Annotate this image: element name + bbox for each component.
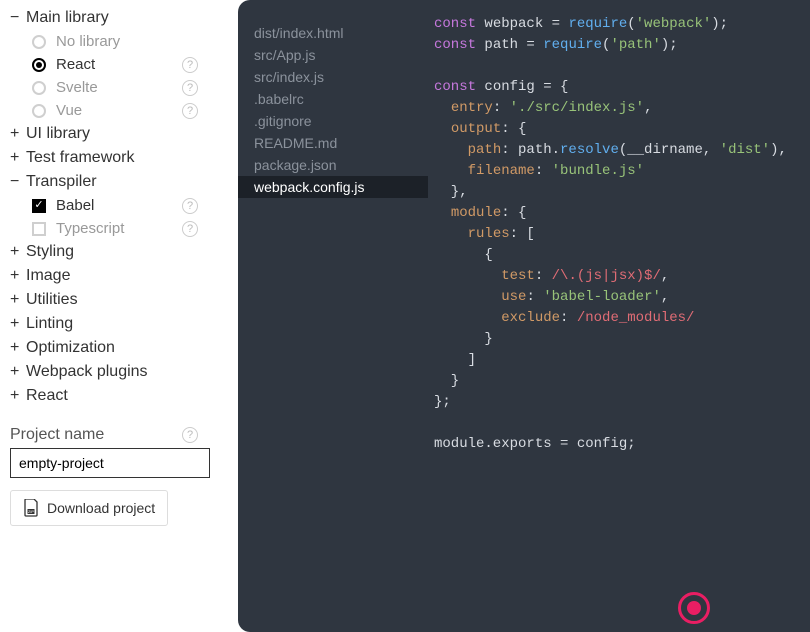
help-icon[interactable]: ? — [182, 80, 198, 96]
section-label: Transpiler — [26, 173, 97, 191]
section-header[interactable]: +Styling — [10, 240, 228, 264]
section-header[interactable]: +Utilities — [10, 288, 228, 312]
section-label: Optimization — [26, 339, 115, 357]
help-icon[interactable]: ? — [182, 427, 198, 443]
checkbox-icon — [32, 199, 46, 213]
expand-icon: + — [10, 339, 26, 357]
section-label: UI library — [26, 125, 90, 143]
help-icon[interactable]: ? — [182, 198, 198, 214]
file-item[interactable]: dist/index.html — [254, 22, 428, 44]
collapse-icon: − — [10, 9, 26, 27]
option-label: Babel — [56, 197, 94, 214]
option-row[interactable]: Vue? — [10, 99, 228, 122]
file-item[interactable]: src/index.js — [254, 66, 428, 88]
expand-icon: + — [10, 125, 26, 143]
expand-icon: + — [10, 267, 26, 285]
option-label: Svelte — [56, 79, 98, 96]
section-header[interactable]: +Optimization — [10, 336, 228, 360]
section-label: Styling — [26, 243, 74, 261]
radio-icon — [32, 35, 46, 49]
option-row[interactable]: Babel? — [10, 194, 228, 217]
section-label: Webpack plugins — [26, 363, 148, 381]
section-label: Image — [26, 267, 70, 285]
option-label: Typescript — [56, 220, 124, 237]
file-item[interactable]: src/App.js — [254, 44, 428, 66]
record-button[interactable] — [678, 592, 710, 624]
option-row[interactable]: React? — [10, 53, 228, 76]
section-label: Main library — [26, 9, 109, 27]
help-icon[interactable]: ? — [182, 221, 198, 237]
collapse-icon: − — [10, 173, 26, 191]
file-item[interactable]: .babelrc — [254, 88, 428, 110]
expand-icon: + — [10, 149, 26, 167]
expand-icon: + — [10, 387, 26, 405]
section-label: Utilities — [26, 291, 78, 309]
project-name-label: Project name — [10, 426, 182, 444]
download-label: Download project — [47, 500, 155, 516]
file-item[interactable]: webpack.config.js — [238, 176, 428, 198]
expand-icon: + — [10, 315, 26, 333]
section-label: Linting — [26, 315, 73, 333]
option-row[interactable]: No library — [10, 30, 228, 53]
option-label: No library — [56, 33, 120, 50]
svg-text:ZIP: ZIP — [28, 510, 34, 514]
section-label: Test framework — [26, 149, 134, 167]
option-label: Vue — [56, 102, 82, 119]
section-header[interactable]: −Main library — [10, 6, 228, 30]
section-header[interactable]: +Image — [10, 264, 228, 288]
help-icon[interactable]: ? — [182, 57, 198, 73]
radio-icon — [32, 58, 46, 72]
section-label: React — [26, 387, 68, 405]
file-item[interactable]: README.md — [254, 132, 428, 154]
section-header[interactable]: +Webpack plugins — [10, 360, 228, 384]
section-header[interactable]: −Transpiler — [10, 170, 228, 194]
download-project-button[interactable]: ZIP Download project — [10, 490, 168, 526]
expand-icon: + — [10, 243, 26, 261]
project-name-input[interactable] — [10, 448, 210, 478]
section-header[interactable]: +UI library — [10, 122, 228, 146]
section-header[interactable]: +Linting — [10, 312, 228, 336]
option-row[interactable]: Svelte? — [10, 76, 228, 99]
expand-icon: + — [10, 363, 26, 381]
option-label: React — [56, 56, 95, 73]
section-header[interactable]: +Test framework — [10, 146, 228, 170]
radio-icon — [32, 81, 46, 95]
file-list: dist/index.htmlsrc/App.jssrc/index.js.ba… — [238, 0, 428, 632]
radio-icon — [32, 104, 46, 118]
editor-panel: dist/index.htmlsrc/App.jssrc/index.js.ba… — [238, 0, 810, 632]
sidebar: −Main libraryNo libraryReact?Svelte?Vue?… — [0, 0, 238, 632]
option-row[interactable]: Typescript? — [10, 217, 228, 240]
section-header[interactable]: +React — [10, 384, 228, 408]
help-icon[interactable]: ? — [182, 103, 198, 119]
expand-icon: + — [10, 291, 26, 309]
checkbox-icon — [32, 222, 46, 236]
file-item[interactable]: package.json — [254, 154, 428, 176]
zip-icon: ZIP — [23, 499, 39, 517]
code-editor[interactable]: const webpack = require('webpack'); cons… — [428, 0, 810, 632]
file-item[interactable]: .gitignore — [254, 110, 428, 132]
